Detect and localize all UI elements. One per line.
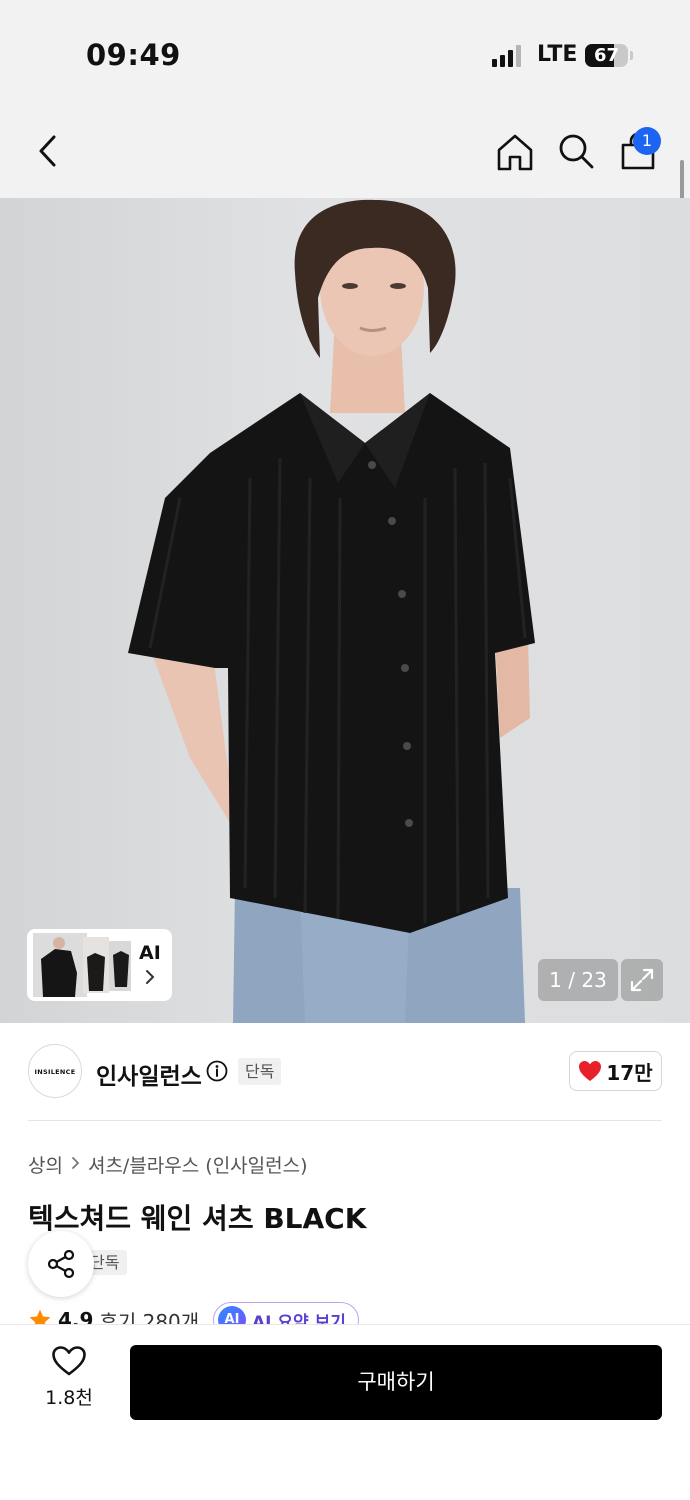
share-button[interactable] (28, 1231, 94, 1297)
breadcrumb-item-category[interactable]: 셔츠/블라우스 (인사일런스) (88, 1151, 308, 1178)
status-time: 09:49 (86, 38, 181, 72)
brand-name[interactable]: 인사일런스 (96, 1057, 202, 1091)
battery-tip (630, 51, 633, 60)
brand-like-count: 17만 (606, 1060, 653, 1085)
breadcrumb: 상의 셔츠/블라우스 (인사일런스) (28, 1151, 308, 1178)
chevron-right-icon (71, 1155, 80, 1175)
heart-outline-icon (52, 1346, 86, 1376)
exclusive-tag: 단독 (238, 1058, 282, 1085)
battery-icon: 67 (585, 44, 628, 67)
product-image[interactable] (0, 198, 690, 1023)
ai-similar-card[interactable]: AI (27, 929, 172, 1001)
expand-icon (630, 968, 654, 992)
search-button[interactable] (551, 126, 601, 176)
expand-button[interactable] (621, 959, 663, 1001)
battery-percent: 67 (593, 45, 620, 66)
product-title: 텍스쳐드 웨인 셔츠 BLACK (28, 1202, 367, 1235)
divider (28, 1120, 662, 1121)
brand-logo[interactable]: INSILENCE (28, 1044, 82, 1098)
status-bar: 09:49 LTE 67 (0, 0, 690, 100)
info-icon[interactable] (206, 1060, 228, 1082)
network-label: LTE (537, 42, 578, 67)
model-photo (128, 199, 535, 1023)
thumbnail-strip (31, 933, 131, 997)
brand-like-button[interactable]: 17만 (569, 1051, 662, 1091)
share-icon (47, 1249, 75, 1279)
back-button[interactable] (23, 126, 73, 176)
signal-icon (492, 45, 524, 67)
image-counter: 1 / 23 (538, 959, 618, 1001)
wishlist-count: 1.8천 (45, 1387, 93, 1409)
heart-filled-icon (579, 1061, 602, 1081)
cart-badge: 1 (633, 127, 661, 155)
top-nav-bar (0, 100, 690, 198)
breadcrumb-item-top[interactable]: 상의 (28, 1151, 63, 1178)
buy-button[interactable]: 구매하기 (130, 1345, 662, 1420)
ai-label: AI (139, 942, 161, 964)
search-icon (559, 134, 594, 169)
home-icon (497, 134, 533, 171)
home-button[interactable] (490, 127, 540, 177)
wishlist-button[interactable]: 1.8천 (30, 1345, 108, 1420)
chevron-left-icon (39, 135, 56, 167)
chevron-right-icon (145, 969, 155, 989)
